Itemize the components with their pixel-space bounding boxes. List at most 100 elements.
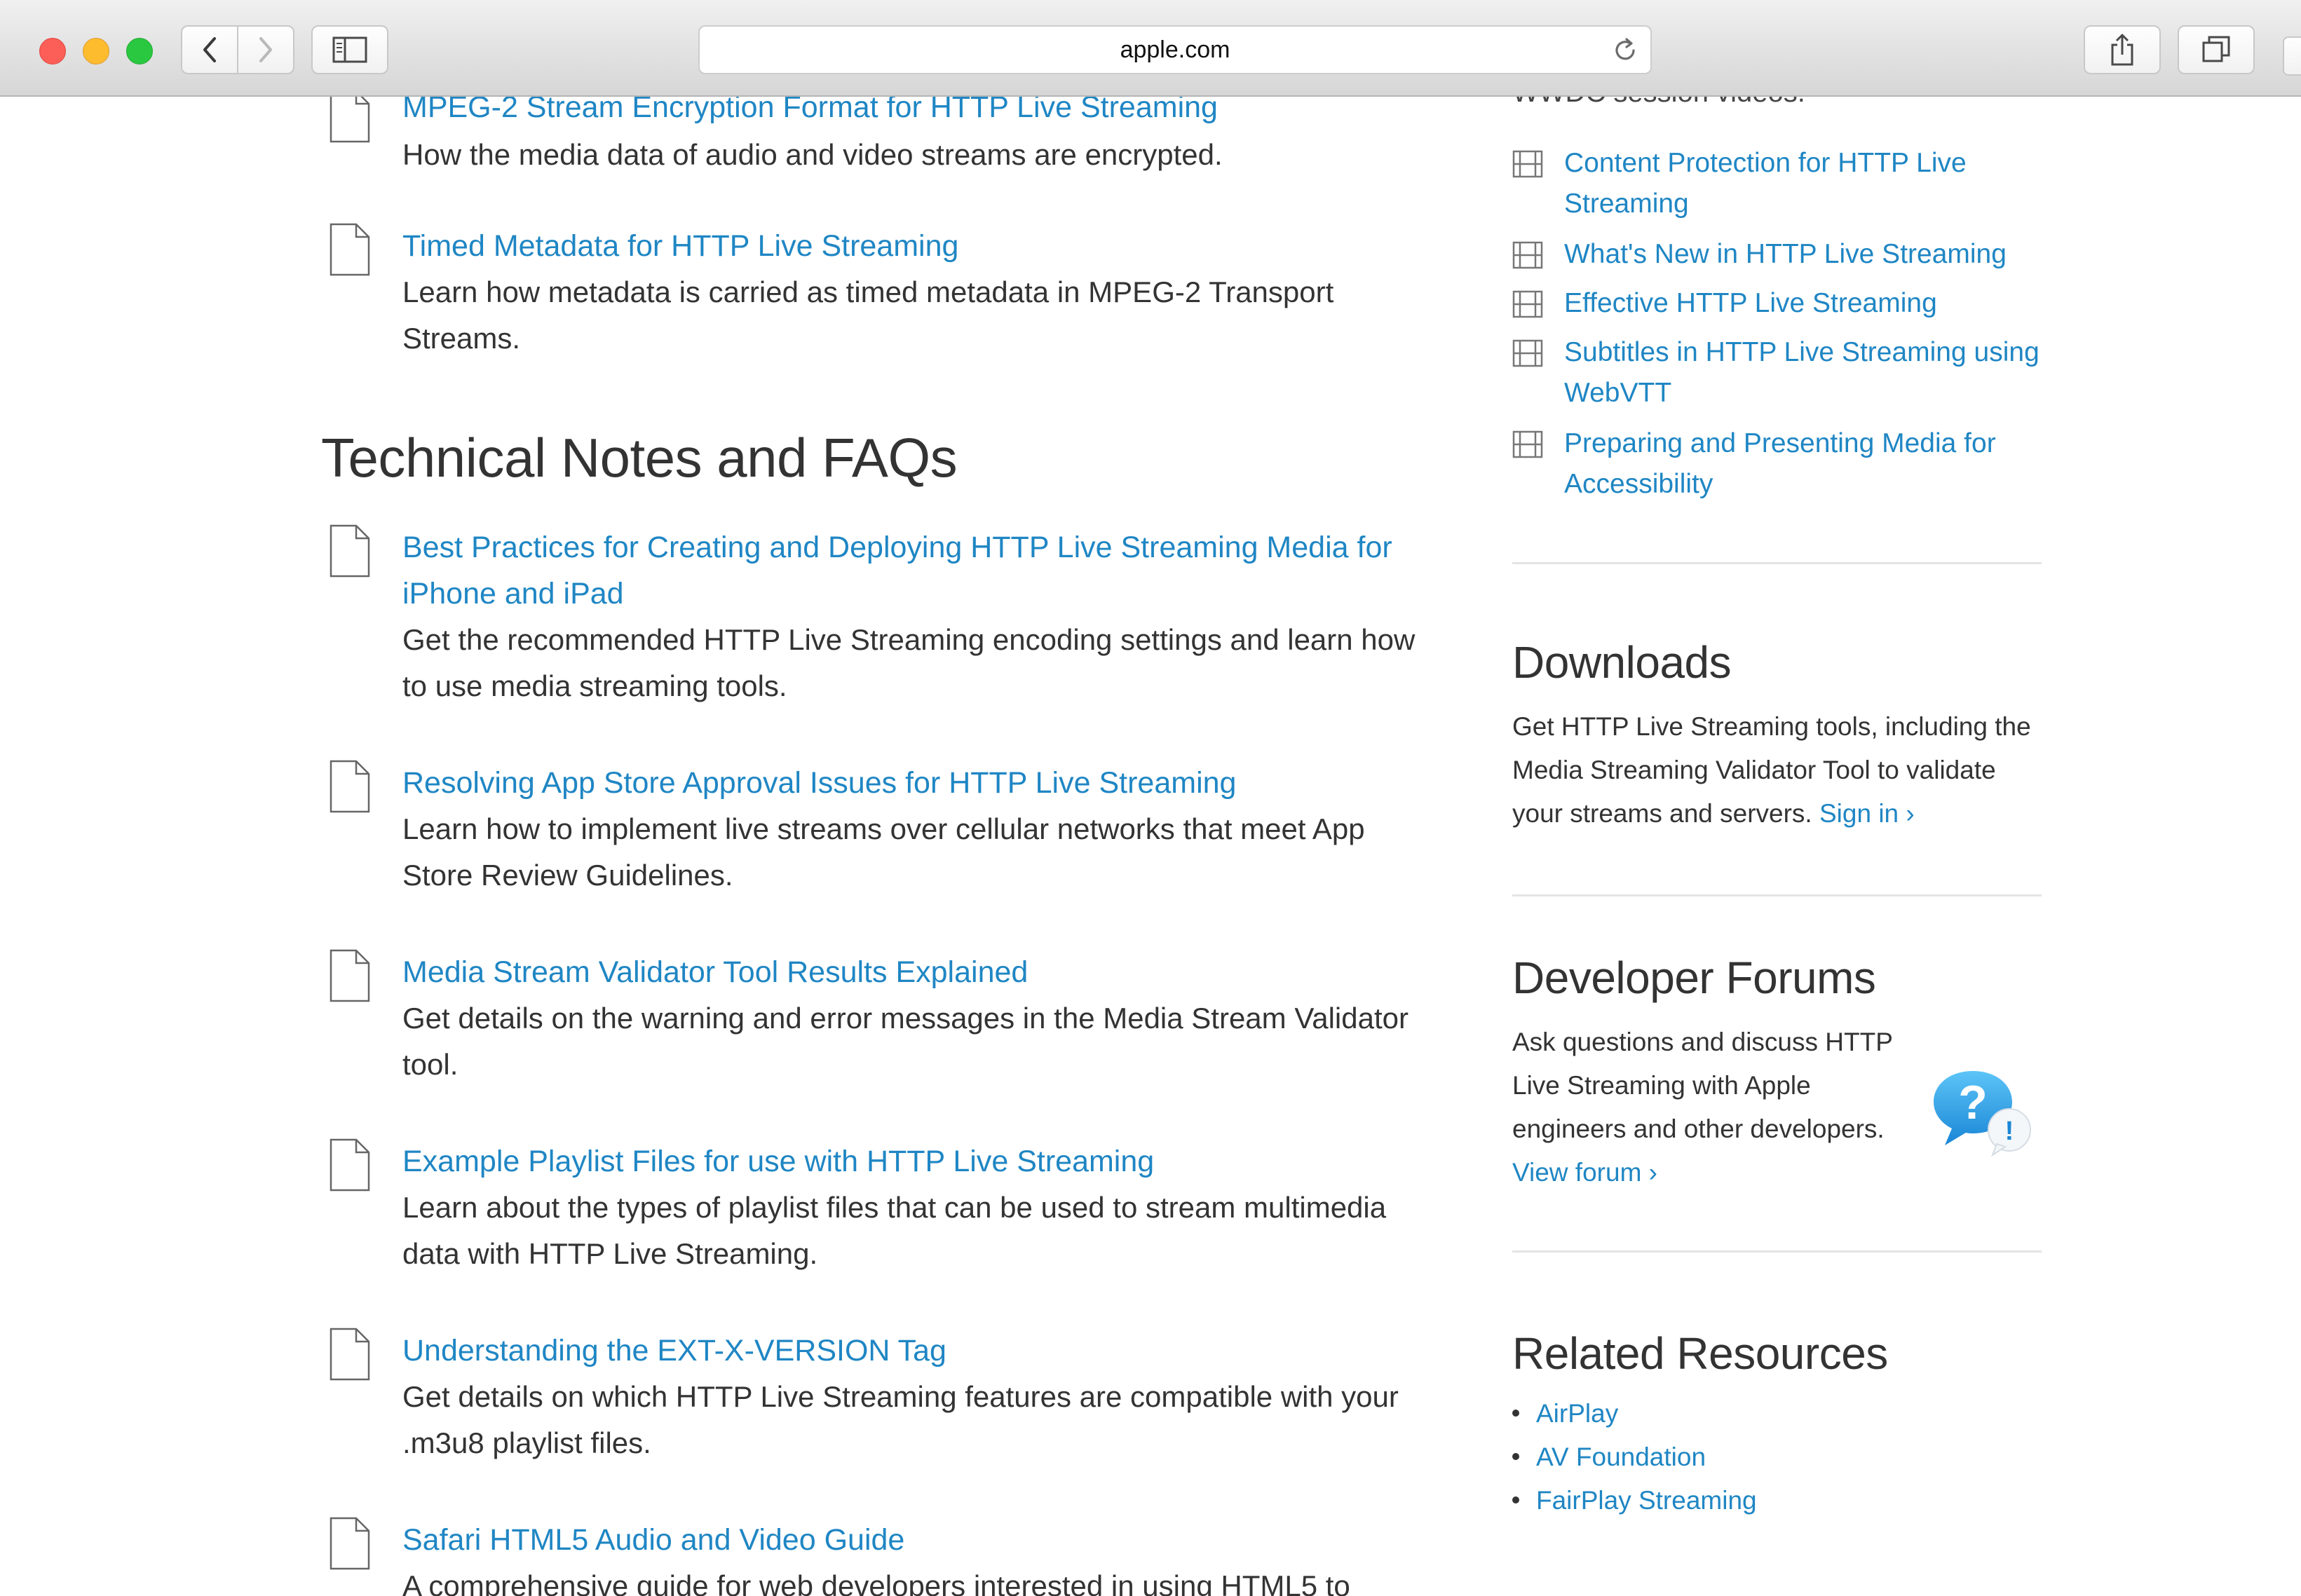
item-title-link[interactable]: MPEG-2 Stream Encryption Format for HTTP… bbox=[402, 97, 1218, 130]
item-title-link[interactable]: iPhone and iPad bbox=[402, 571, 624, 617]
item-description: Learn about the types of playlist files … bbox=[402, 1191, 1387, 1224]
item-description: Streams. bbox=[402, 322, 521, 355]
document-icon bbox=[330, 97, 370, 143]
sidebar-icon bbox=[332, 36, 367, 63]
film-icon bbox=[1512, 241, 1543, 269]
item-description: Learn how to implement live streams over… bbox=[402, 812, 1365, 845]
video-link[interactable]: Subtitles in HTTP Live Streaming using We… bbox=[1564, 332, 2069, 414]
item-description: Get details on the warning and error mes… bbox=[402, 1002, 1409, 1035]
item-title-link[interactable]: Understanding the EXT-X-VERSION Tag bbox=[402, 1328, 946, 1374]
close-window-button[interactable] bbox=[39, 38, 66, 64]
chevron-right-icon: › bbox=[1648, 1158, 1657, 1187]
item-description: Store Review Guidelines. bbox=[402, 859, 733, 892]
address-bar[interactable]: apple.com bbox=[698, 25, 1652, 74]
forums-line: Ask questions and discuss HTTP bbox=[1512, 1028, 1893, 1056]
reload-icon bbox=[1615, 38, 1635, 60]
item-title-link[interactable]: Timed Metadata for HTTP Live Streaming bbox=[402, 223, 958, 269]
zoom-window-button[interactable] bbox=[126, 38, 153, 64]
related-heading: Related Resources bbox=[1512, 1328, 1888, 1379]
item-title-link[interactable]: Media Stream Validator Tool Results Expl… bbox=[402, 949, 1028, 995]
browser-toolbar: apple.com bbox=[0, 0, 2301, 97]
view-forum-link[interactable]: View forum › bbox=[1512, 1158, 1657, 1187]
chevron-left-icon bbox=[203, 37, 216, 62]
video-link-line: Accessibility bbox=[1564, 469, 1713, 499]
view-forum-link-label: View forum bbox=[1512, 1158, 1642, 1187]
downloads-line: Get HTTP Live Streaming tools, including… bbox=[1512, 712, 2031, 741]
document-icon bbox=[330, 1138, 370, 1192]
item-description: A comprehensive guide for web developers… bbox=[402, 1569, 1350, 1596]
video-link-line: What's New in HTTP Live Streaming bbox=[1564, 239, 2007, 269]
page-content: MPEG-2 Stream Encryption Format for HTTP… bbox=[15, 97, 2301, 1596]
film-icon bbox=[1512, 150, 1543, 178]
video-link-line: Subtitles in HTTP Live Streaming using bbox=[1564, 337, 2039, 367]
bullet bbox=[1512, 1453, 1519, 1461]
sign-in-link-label: Sign in bbox=[1819, 799, 1899, 828]
toolbar-overflow-button[interactable] bbox=[2283, 36, 2301, 76]
related-link-item[interactable]: AirPlay bbox=[1512, 1399, 1618, 1428]
item-description: Get the recommended HTTP Live Streaming … bbox=[402, 623, 1416, 656]
downloads-text: Get HTTP Live Streaming tools, including… bbox=[1512, 705, 2031, 835]
related-link-item[interactable]: FairPlay Streaming bbox=[1512, 1486, 1757, 1515]
item-description: .m3u8 playlist files. bbox=[402, 1426, 651, 1459]
show-tabs-button[interactable] bbox=[2178, 25, 2255, 74]
divider bbox=[1512, 894, 2042, 896]
item-description: data with HTTP Live Streaming. bbox=[402, 1237, 818, 1270]
tabs-overview-icon bbox=[2202, 36, 2230, 62]
item-description: to use media streaming tools. bbox=[402, 669, 787, 702]
film-icon bbox=[1512, 339, 1543, 367]
chevron-right-icon bbox=[259, 37, 272, 62]
downloads-line: Media Streaming Validator Tool to valida… bbox=[1512, 756, 1996, 784]
video-link[interactable]: Content Protection for HTTP Live Streamin… bbox=[1564, 143, 2069, 224]
video-link-line: Preparing and Presenting Media for bbox=[1564, 428, 1996, 458]
minimize-window-button[interactable] bbox=[83, 38, 109, 64]
document-icon bbox=[330, 949, 370, 1002]
right-sidebar: WWDC session videos. Content Protection … bbox=[1495, 97, 2301, 1596]
film-icon bbox=[1512, 430, 1543, 458]
forums-text: Ask questions and discuss HTTP Live Stre… bbox=[1512, 1021, 1893, 1194]
browser-window: apple.com MPEG-2 Stream Encryption Forma… bbox=[0, 0, 2301, 1596]
document-icon bbox=[330, 1517, 370, 1570]
item-description: Get details on which HTTP Live Streaming… bbox=[402, 1380, 1399, 1413]
forums-line: engineers and other developers. bbox=[1512, 1114, 1885, 1143]
address-text: apple.com bbox=[1120, 36, 1230, 63]
video-link-line: WebVTT bbox=[1564, 378, 1672, 408]
speech-bubble-question-icon: ? ! bbox=[1934, 1071, 2031, 1157]
film-icon bbox=[1512, 290, 1543, 318]
sidebar-toggle-button[interactable] bbox=[311, 25, 388, 74]
video-link-line: Content Protection for HTTP Live bbox=[1564, 148, 1967, 178]
document-icon bbox=[330, 223, 370, 276]
video-link-line: Effective HTTP Live Streaming bbox=[1564, 288, 1937, 318]
svg-text:?: ? bbox=[1958, 1076, 1988, 1129]
item-title-link[interactable]: Best Practices for Creating and Deployin… bbox=[402, 524, 1392, 571]
sign-in-link[interactable]: Sign in › bbox=[1819, 799, 1915, 828]
video-link-line: Streaming bbox=[1564, 189, 1689, 219]
reload-button[interactable] bbox=[1610, 35, 1641, 66]
item-title-link[interactable]: Resolving App Store Approval Issues for … bbox=[402, 760, 1236, 806]
video-link[interactable]: Preparing and Presenting Media for Access… bbox=[1564, 423, 2069, 505]
downloads-line: your streams and servers. bbox=[1512, 799, 1812, 828]
share-icon bbox=[2111, 34, 2133, 66]
video-link[interactable]: Effective HTTP Live Streaming bbox=[1564, 283, 2069, 324]
divider bbox=[1512, 1250, 2042, 1253]
forums-heading: Developer Forums bbox=[1512, 953, 1876, 1003]
forward-button[interactable] bbox=[237, 25, 294, 74]
chevron-right-icon: › bbox=[1906, 799, 1915, 828]
video-link[interactable]: What's New in HTTP Live Streaming bbox=[1564, 234, 2069, 275]
document-icon bbox=[330, 760, 370, 813]
bullet bbox=[1512, 1496, 1519, 1504]
related-link[interactable]: AirPlay bbox=[1536, 1399, 1618, 1428]
item-description: tool. bbox=[402, 1048, 459, 1081]
divider bbox=[1512, 562, 2042, 564]
share-button[interactable] bbox=[2084, 25, 2161, 74]
related-link-item[interactable]: AV Foundation bbox=[1512, 1442, 1706, 1472]
back-button[interactable] bbox=[181, 25, 238, 74]
forums-line: Live Streaming with Apple bbox=[1512, 1071, 1811, 1100]
related-link[interactable]: FairPlay Streaming bbox=[1536, 1486, 1757, 1515]
item-description: Learn how metadata is carried as timed m… bbox=[402, 275, 1334, 308]
related-link[interactable]: AV Foundation bbox=[1536, 1442, 1706, 1471]
item-title-link[interactable]: Example Playlist Files for use with HTTP… bbox=[402, 1138, 1154, 1185]
bullet bbox=[1512, 1410, 1519, 1417]
main-column: MPEG-2 Stream Encryption Format for HTTP… bbox=[15, 97, 1453, 1596]
downloads-heading: Downloads bbox=[1512, 637, 1732, 688]
item-title-link[interactable]: Safari HTML5 Audio and Video Guide bbox=[402, 1517, 904, 1563]
